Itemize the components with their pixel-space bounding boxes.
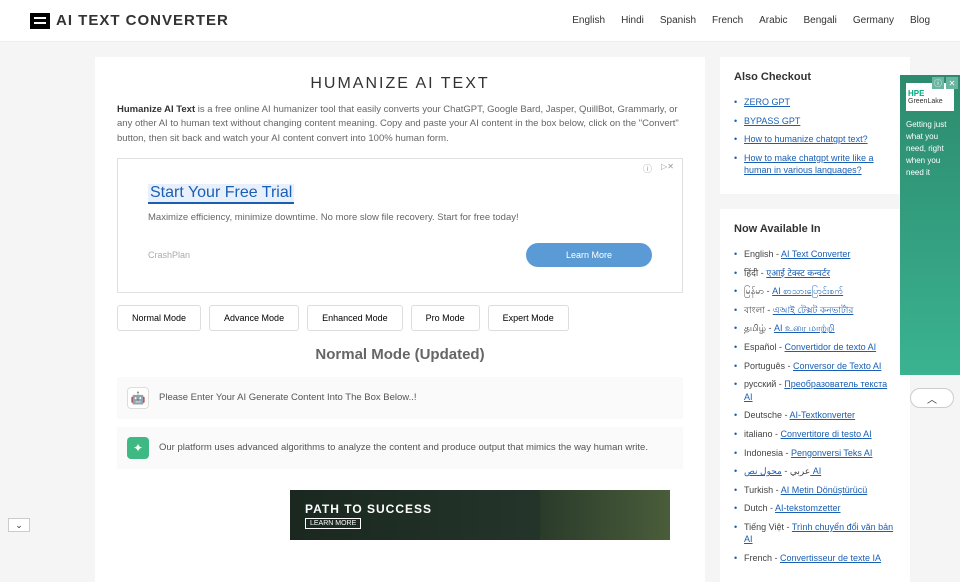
language-link[interactable]: Conversor de Texto AI bbox=[793, 361, 881, 371]
language-link[interactable]: এআই টেক্সট কনভার্টার bbox=[773, 305, 854, 315]
list-item: italiano - Convertitore di testo AI bbox=[734, 425, 896, 444]
available-list: English - AI Text Converterहिंदी - एआई ट… bbox=[734, 245, 896, 568]
list-item: عربي - محول نص AI bbox=[734, 462, 896, 481]
check-icon: ✦ bbox=[127, 437, 149, 459]
instruction-row: 🤖 Please Enter Your AI Generate Content … bbox=[117, 377, 683, 419]
mode-heading: Normal Mode (Updated) bbox=[117, 346, 683, 363]
available-title: Now Available In bbox=[734, 223, 896, 235]
language-link[interactable]: AI Metin Dönüştürücü bbox=[781, 485, 868, 495]
nav-link[interactable]: Arabic bbox=[759, 15, 787, 26]
checkout-link[interactable]: How to humanize chatgpt text? bbox=[744, 134, 868, 144]
mode-button[interactable]: Normal Mode bbox=[117, 305, 201, 331]
mode-button[interactable]: Enhanced Mode bbox=[307, 305, 403, 331]
list-item: Turkish - AI Metin Dönüştürücü bbox=[734, 481, 896, 500]
inline-ad: ⓘ ▷✕ Start Your Free Trial Maximize effi… bbox=[117, 158, 683, 293]
bottom-ad-cta[interactable]: LEARN MORE bbox=[305, 518, 361, 529]
nav-link[interactable]: Spanish bbox=[660, 15, 696, 26]
list-item: Dutch - AI-tekstomzetter bbox=[734, 499, 896, 518]
language-link[interactable]: AI உரை மாற்றி bbox=[774, 323, 835, 333]
nav-link[interactable]: French bbox=[712, 15, 743, 26]
checkout-list: ZERO GPT BYPASS GPT How to humanize chatgp… bbox=[734, 93, 896, 180]
nav-link[interactable]: English bbox=[572, 15, 605, 26]
ad-title[interactable]: Start Your Free Trial bbox=[148, 184, 294, 204]
list-item: Deutsche - AI-Textkonverter bbox=[734, 406, 896, 425]
language-link[interactable]: Trình chuyển đổi văn bản AI bbox=[744, 522, 893, 545]
checkout-link[interactable]: ZERO GPT bbox=[744, 97, 790, 107]
logo-text: AI TEXT CONVERTER bbox=[56, 12, 229, 29]
nav-link[interactable]: Germany bbox=[853, 15, 894, 26]
nav-link[interactable]: Hindi bbox=[621, 15, 644, 26]
logo-icon bbox=[30, 13, 50, 29]
nav-link[interactable]: Bengali bbox=[804, 15, 837, 26]
list-item: हिंदी - एआई टेक्स्ट कन्वर्टर bbox=[734, 264, 896, 283]
checkout-title: Also Checkout bbox=[734, 71, 896, 83]
top-nav: English Hindi Spanish French Arabic Bengali Ge… bbox=[572, 15, 930, 26]
ad-brand: CrashPlan bbox=[148, 250, 190, 260]
description: Humanize AI Text is a free online AI hum… bbox=[117, 103, 683, 146]
bottom-ad-title: PATH TO SUCCESS bbox=[305, 502, 432, 516]
checkout-link[interactable]: BYPASS GPT bbox=[744, 116, 800, 126]
language-link[interactable]: AI Text Converter bbox=[781, 249, 850, 259]
checkout-link[interactable]: How to make chatgpt write like a human i… bbox=[744, 153, 874, 176]
list-item: English - AI Text Converter bbox=[734, 245, 896, 264]
available-card: Now Available In English - AI Text Conve… bbox=[720, 209, 910, 582]
bottom-ad-image bbox=[540, 490, 670, 540]
list-item: How to humanize chatgpt text? bbox=[734, 130, 896, 149]
language-link[interactable]: एआई टेक्स्ट कन्वर्टर bbox=[766, 268, 830, 278]
robot-icon: 🤖 bbox=[127, 387, 149, 409]
language-link[interactable]: AI-Textkonverter bbox=[790, 410, 856, 420]
mode-button[interactable]: Advance Mode bbox=[209, 305, 299, 331]
list-item: French - Convertisseur de texte IA bbox=[734, 549, 896, 568]
language-link[interactable]: AI စာသားပြောင်းစက် bbox=[772, 286, 843, 296]
scroll-top-button[interactable]: ︿ bbox=[910, 388, 954, 408]
language-link[interactable]: Pengonversi Teks AI bbox=[791, 448, 872, 458]
bottom-banner-ad[interactable]: PATH TO SUCCESS LEARN MORE bbox=[290, 490, 670, 540]
nav-link[interactable]: Blog bbox=[910, 15, 930, 26]
ad-info-icon[interactable]: ⓘ bbox=[932, 77, 944, 89]
ad-dismiss-icon[interactable]: ▷✕ bbox=[661, 162, 674, 171]
mode-button[interactable]: Expert Mode bbox=[488, 305, 569, 331]
ad-description: Maximize efficiency, minimize downtime. … bbox=[148, 212, 652, 223]
language-link[interactable]: Convertisseur de texte IA bbox=[780, 553, 881, 563]
list-item: Tiếng Việt - Trình chuyển đổi văn bản AI bbox=[734, 518, 896, 549]
ad-close-icon[interactable]: ⓘ bbox=[643, 162, 652, 175]
side-banner-ad[interactable]: ⓘ ✕ HPEGreenLake Getting just what you n… bbox=[900, 75, 960, 375]
corner-collapse-icon[interactable]: ⌄ bbox=[8, 518, 30, 532]
info-row: ✦ Our platform uses advanced algorithms … bbox=[117, 427, 683, 469]
language-link[interactable]: Преобразователь текста AI bbox=[744, 379, 887, 402]
list-item: বাংলা - এআই টেক্সট কনভার্টার bbox=[734, 301, 896, 320]
checkout-card: Also Checkout ZERO GPT BYPASS GPT How to h… bbox=[720, 57, 910, 194]
list-item: русский - Преобразователь текста AI bbox=[734, 375, 896, 406]
mode-tabs: Normal Mode Advance Mode Enhanced Mode Pro … bbox=[117, 305, 683, 331]
ad-close-icon[interactable]: ✕ bbox=[946, 77, 958, 89]
list-item: BYPASS GPT bbox=[734, 112, 896, 131]
ad-learn-more-button[interactable]: Learn More bbox=[526, 243, 652, 267]
language-link[interactable]: Convertitore di testo AI bbox=[781, 429, 872, 439]
header: AI TEXT CONVERTER English Hindi Spanish Fre… bbox=[0, 0, 960, 42]
language-link[interactable]: AI-tekstomzetter bbox=[775, 503, 841, 513]
list-item: Português - Conversor de Texto AI bbox=[734, 357, 896, 376]
language-link[interactable]: Convertidor de texto AI bbox=[785, 342, 877, 352]
side-ad-text: Getting just what you need, right when y… bbox=[906, 119, 954, 179]
language-link[interactable]: محول نص AI bbox=[744, 466, 821, 476]
list-item: ZERO GPT bbox=[734, 93, 896, 112]
list-item: How to make chatgpt write like a human i… bbox=[734, 149, 896, 180]
list-item: Indonesia - Pengonversi Teks AI bbox=[734, 444, 896, 463]
list-item: မြန်မာ - AI စာသားပြောင်းစက် bbox=[734, 282, 896, 301]
list-item: Español - Convertidor de texto AI bbox=[734, 338, 896, 357]
sidebar: Also Checkout ZERO GPT BYPASS GPT How to h… bbox=[720, 57, 910, 582]
logo[interactable]: AI TEXT CONVERTER bbox=[30, 12, 229, 29]
mode-button[interactable]: Pro Mode bbox=[411, 305, 480, 331]
list-item: தமிழ் - AI உரை மாற்றி bbox=[734, 319, 896, 338]
page-title: HUMANIZE AI TEXT bbox=[117, 75, 683, 93]
